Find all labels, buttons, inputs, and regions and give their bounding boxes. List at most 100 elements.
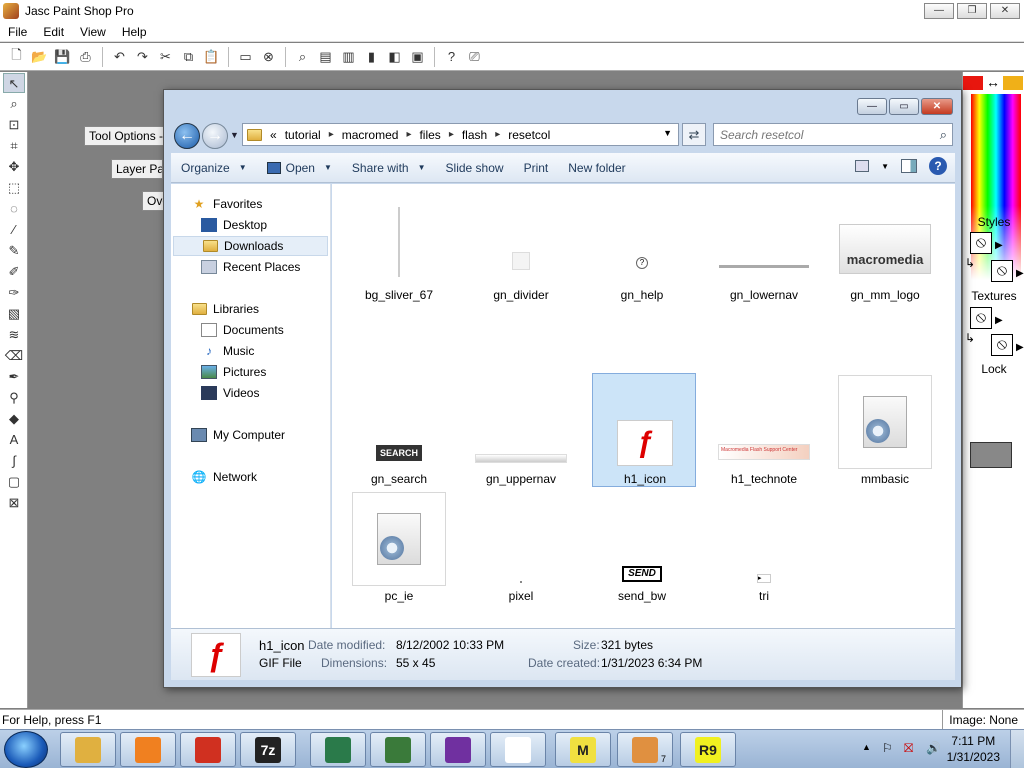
- taskbar-clock[interactable]: 7:11 PM 1/31/2023: [947, 733, 1000, 765]
- text-tool-icon[interactable]: A: [3, 430, 25, 450]
- full-screen-icon[interactable]: ▭: [235, 47, 256, 67]
- swap-colors-icon[interactable]: ↔: [983, 74, 1003, 90]
- background-color-swatch[interactable]: [1003, 76, 1023, 90]
- deform-tool-icon[interactable]: ⊡: [3, 115, 25, 135]
- copy-icon[interactable]: ⧉: [178, 47, 199, 67]
- zoom-tool-icon[interactable]: ⌕: [3, 94, 25, 114]
- file-tile-mmbasic[interactable]: mmbasic: [833, 374, 937, 488]
- selection-tool-icon[interactable]: ⬚: [3, 178, 25, 198]
- taskbar-app-button[interactable]: [180, 732, 236, 767]
- file-tile-gn-lowernav[interactable]: gn_lowernav: [712, 190, 816, 304]
- taskbar-app-button[interactable]: [430, 732, 486, 767]
- tool-options-palette[interactable]: Tool Options -: [84, 126, 164, 146]
- file-tile-gn-uppernav[interactable]: gn_uppernav: [469, 374, 573, 488]
- breadcrumb-overflow[interactable]: «: [270, 128, 277, 142]
- breadcrumb-resetcol[interactable]: resetcol: [508, 128, 550, 142]
- taskbar-app-button[interactable]: M: [555, 732, 611, 767]
- texture-dropdown-icon[interactable]: ▶: [1016, 342, 1024, 353]
- file-tile-gn-mm-logo[interactable]: macromedia gn_mm_logo: [833, 190, 937, 304]
- taskbar-app-button[interactable]: [120, 732, 176, 767]
- file-tile-gn-search[interactable]: SEARCH gn_search: [347, 374, 451, 488]
- taskbar-app-button[interactable]: 7: [617, 732, 673, 767]
- object-selector-icon[interactable]: ⊠: [3, 493, 25, 513]
- file-tile-pc-ie[interactable]: pc_ie: [347, 491, 451, 605]
- nav-my-computer[interactable]: My Computer: [191, 425, 351, 445]
- breadcrumb-files[interactable]: files: [419, 128, 440, 142]
- breadcrumb-chevron-icon[interactable]: ▸: [329, 129, 334, 140]
- address-dropdown-icon[interactable]: ▼: [663, 128, 672, 138]
- file-tile-bg-sliver-67[interactable]: bg_sliver_67: [347, 190, 451, 304]
- foreground-texture-none-icon[interactable]: ⦸: [970, 307, 992, 329]
- preset-shapes-icon[interactable]: ▢: [3, 472, 25, 492]
- breadcrumb-chevron-icon[interactable]: ▸: [406, 129, 411, 140]
- redo-icon[interactable]: ↷: [132, 47, 153, 67]
- color-palette-icon[interactable]: ▥: [338, 47, 359, 67]
- picture-tube-icon[interactable]: ✒: [3, 367, 25, 387]
- airbrush-tool-icon[interactable]: ⚲: [3, 388, 25, 408]
- file-tile-gn-help[interactable]: ? gn_help: [590, 190, 694, 304]
- save-icon[interactable]: 💾: [52, 47, 73, 67]
- refresh-button[interactable]: ⇄: [682, 123, 706, 146]
- new-folder-button[interactable]: New folder: [558, 161, 635, 175]
- breadcrumb-flash[interactable]: flash: [462, 128, 487, 142]
- start-button[interactable]: [4, 731, 48, 768]
- file-tile-send-bw[interactable]: SEND send_bw: [590, 491, 694, 605]
- ruler-icon[interactable]: ▤: [315, 47, 336, 67]
- back-button[interactable]: ←: [174, 123, 200, 149]
- foreground-color-swatch[interactable]: [963, 76, 983, 90]
- print-button[interactable]: Print: [514, 161, 559, 175]
- file-tile-pixel[interactable]: pixel: [469, 491, 573, 605]
- change-view-icon[interactable]: [855, 160, 870, 172]
- context-help-icon[interactable]: ?: [441, 47, 462, 67]
- arrow-tool-icon[interactable]: ↖: [3, 73, 25, 93]
- file-tile-tri[interactable]: ▸ tri: [712, 491, 816, 605]
- background-texture-none-icon[interactable]: ⦸: [991, 334, 1013, 356]
- view-dropdown-icon[interactable]: ▼: [881, 162, 889, 171]
- cut-icon[interactable]: ✂: [155, 47, 176, 67]
- menu-view[interactable]: View: [72, 25, 114, 39]
- share-with-button[interactable]: Share with ▼: [342, 161, 436, 175]
- preview-pane-icon[interactable]: [901, 159, 917, 173]
- explorer-maximize-button[interactable]: ▭: [889, 98, 919, 115]
- layers-icon[interactable]: ◧: [384, 47, 405, 67]
- close-button[interactable]: ✕: [990, 3, 1020, 19]
- breadcrumb-chevron-icon[interactable]: ▸: [495, 129, 500, 140]
- show-desktop-button[interactable]: [1010, 730, 1024, 768]
- foreground-style-none-icon[interactable]: ⦸: [970, 232, 992, 254]
- tray-expand-icon[interactable]: ▲: [862, 742, 871, 752]
- volume-icon[interactable]: 🔊: [926, 741, 941, 755]
- taskbar-app-button[interactable]: 7z: [240, 732, 296, 767]
- overview-palette[interactable]: Ove: [142, 191, 164, 211]
- file-tile-h1-icon[interactable]: ƒ h1_icon: [592, 373, 696, 487]
- nav-network[interactable]: 🌐 Network: [191, 467, 351, 487]
- undo-icon[interactable]: ↶: [109, 47, 130, 67]
- forward-button[interactable]: →: [202, 123, 228, 149]
- network-disconnected-icon[interactable]: ⛝: [904, 741, 913, 756]
- style-dropdown-icon[interactable]: ▶: [1016, 268, 1024, 279]
- explorer-minimize-button[interactable]: —: [857, 98, 887, 115]
- zoom-icon[interactable]: ⌕: [292, 47, 313, 67]
- menu-edit[interactable]: Edit: [35, 25, 72, 39]
- taskbar-app-button[interactable]: [490, 732, 546, 767]
- swap-textures-icon[interactable]: ↳: [965, 331, 975, 345]
- organize-button[interactable]: Organize ▼: [171, 161, 257, 175]
- mover-tool-icon[interactable]: ✥: [3, 157, 25, 177]
- search-input[interactable]: Search resetcol ⌕: [713, 123, 953, 146]
- file-tile-h1-technote[interactable]: Macromedia Flash Support Center h1_techn…: [712, 374, 816, 488]
- taskbar-app-button[interactable]: R9: [680, 732, 736, 767]
- swap-styles-icon[interactable]: ↳: [965, 256, 975, 270]
- nav-downloads[interactable]: Downloads: [173, 236, 328, 256]
- breadcrumb-chevron-icon[interactable]: ▸: [449, 129, 454, 140]
- paintbrush-tool-icon[interactable]: ✎: [3, 241, 25, 261]
- minimize-button[interactable]: —: [924, 3, 954, 19]
- crop-tool-icon[interactable]: ⌗: [3, 136, 25, 156]
- retouch-tool-icon[interactable]: ▧: [3, 304, 25, 324]
- flood-fill-icon[interactable]: ◆: [3, 409, 25, 429]
- overview-icon[interactable]: ▣: [407, 47, 428, 67]
- background-style-none-icon[interactable]: ⦸: [991, 260, 1013, 282]
- recent-pages-dropdown-icon[interactable]: ▼: [230, 130, 239, 140]
- dropper-tool-icon[interactable]: ⁄: [3, 220, 25, 240]
- explorer-close-button[interactable]: ✕: [921, 98, 953, 115]
- no-preview-icon[interactable]: ⊗: [258, 47, 279, 67]
- style-dropdown-icon[interactable]: ▶: [995, 240, 1003, 251]
